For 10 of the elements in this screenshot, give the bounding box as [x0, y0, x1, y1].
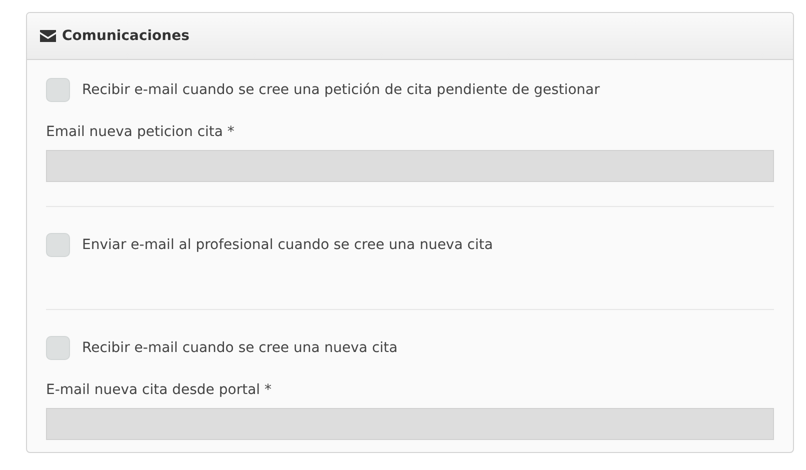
checkbox[interactable]: [46, 336, 70, 360]
envelope-icon: [40, 30, 56, 42]
checkbox-label: Recibir e-mail cuando se cree una petición de cita pendiente de gestionar: [82, 82, 600, 98]
field-label: E-mail nueva cita desde portal *: [46, 382, 272, 398]
field-label: Email nueva peticion cita *: [46, 124, 236, 140]
checkbox[interactable]: [46, 78, 70, 102]
checkbox-label: Enviar e-mail al profesional cuando se cree una nueva cita: [82, 237, 493, 253]
checkbox[interactable]: [46, 233, 70, 257]
checkbox-label: Recibir e-mail cuando se cree una nueva cita: [82, 340, 398, 356]
panel-title: Comunicaciones: [62, 28, 190, 44]
